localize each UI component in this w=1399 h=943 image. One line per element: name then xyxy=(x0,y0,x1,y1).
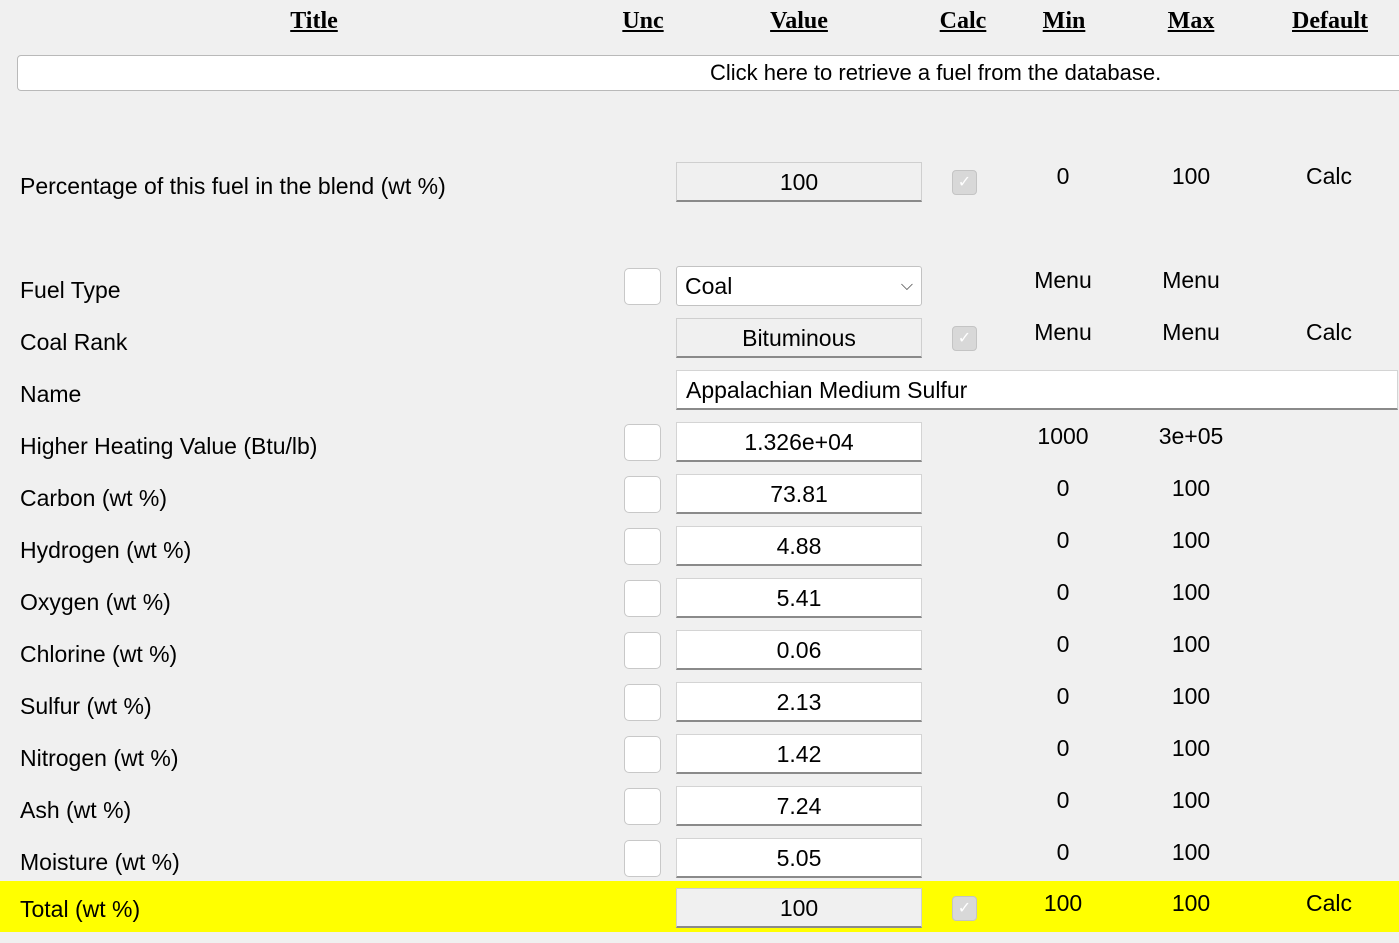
header-unc: Unc xyxy=(622,8,664,34)
row-hydrogen: Hydrogen (wt %) 4.88 0 100 xyxy=(0,524,1399,576)
blend-percentage-value: 100 xyxy=(676,162,922,202)
unc-checkbox[interactable] xyxy=(624,476,661,513)
max-value: Menu xyxy=(1162,319,1220,345)
min-value: 0 xyxy=(1056,683,1070,709)
calc-checkbox: ✓ xyxy=(952,896,977,921)
min-value: 0 xyxy=(1056,735,1070,761)
min-value: 1000 xyxy=(1037,423,1089,449)
default-value: Calc xyxy=(1305,890,1353,916)
row-hhv: Higher Heating Value (Btu/lb) 1.326e+04 … xyxy=(0,420,1399,472)
row-label: Hydrogen (wt %) xyxy=(20,537,192,563)
row-label: Carbon (wt %) xyxy=(20,485,167,511)
row-label: Total (wt %) xyxy=(20,896,141,922)
max-value: 100 xyxy=(1171,475,1211,501)
fuel-type-selected: Coal xyxy=(685,273,733,299)
min-value: 0 xyxy=(1056,787,1070,813)
row-label: Moisture (wt %) xyxy=(20,849,180,875)
calc-checkbox: ✓ xyxy=(952,170,977,195)
min-value: 0 xyxy=(1056,631,1070,657)
max-value: 100 xyxy=(1171,527,1211,553)
row-label: Sulfur (wt %) xyxy=(20,693,152,719)
header-min: Min xyxy=(1042,8,1086,34)
row-label: Coal Rank xyxy=(20,329,128,355)
chlorine-input[interactable]: 0.06 xyxy=(676,630,922,670)
min-value: 0 xyxy=(1056,475,1070,501)
row-label: Name xyxy=(20,381,82,407)
row-label: Chlorine (wt %) xyxy=(20,641,178,667)
row-blend-percentage: Percentage of this fuel in the blend (wt… xyxy=(0,160,1399,212)
min-value: 100 xyxy=(1043,890,1083,916)
unc-checkbox[interactable] xyxy=(624,580,661,617)
moisture-input[interactable]: 5.05 xyxy=(676,838,922,878)
total-value: 100 xyxy=(676,888,922,928)
unc-checkbox[interactable] xyxy=(624,736,661,773)
row-oxygen: Oxygen (wt %) 5.41 0 100 xyxy=(0,576,1399,628)
header-default: Default xyxy=(1292,8,1368,34)
row-label: Percentage of this fuel in the blend (wt… xyxy=(20,173,446,199)
default-value: Calc xyxy=(1305,319,1353,345)
hhv-input[interactable]: 1.326e+04 xyxy=(676,422,922,462)
unc-checkbox[interactable] xyxy=(624,632,661,669)
header-calc: Calc xyxy=(939,8,987,34)
unc-checkbox[interactable] xyxy=(624,268,661,305)
oxygen-input[interactable]: 5.41 xyxy=(676,578,922,618)
max-value: Menu xyxy=(1162,267,1220,293)
row-total: Total (wt %) 100 ✓ 100 100 Calc xyxy=(0,881,1399,932)
row-name: Name Appalachian Medium Sulfur xyxy=(0,368,1399,420)
row-label: Nitrogen (wt %) xyxy=(20,745,179,771)
min-value: Menu xyxy=(1034,267,1092,293)
default-value: Calc xyxy=(1305,163,1353,189)
coal-rank-value: Bituminous xyxy=(676,318,922,358)
max-value: 100 xyxy=(1171,735,1211,761)
row-sulfur: Sulfur (wt %) 2.13 0 100 xyxy=(0,680,1399,732)
ash-input[interactable]: 7.24 xyxy=(676,786,922,826)
chevron-down-icon: ⌵ xyxy=(900,277,913,294)
min-value: 0 xyxy=(1056,527,1070,553)
unc-checkbox[interactable] xyxy=(624,788,661,825)
row-fuel-type: Fuel Type Coal ⌵ Menu Menu xyxy=(0,264,1399,316)
max-value: 3e+05 xyxy=(1158,423,1224,449)
max-value: 100 xyxy=(1171,163,1211,189)
max-value: 100 xyxy=(1171,890,1211,916)
carbon-input[interactable]: 73.81 xyxy=(676,474,922,514)
unc-checkbox[interactable] xyxy=(624,424,661,461)
row-nitrogen: Nitrogen (wt %) 1.42 0 100 xyxy=(0,732,1399,784)
fuel-type-select[interactable]: Coal ⌵ xyxy=(676,266,922,306)
header-max: Max xyxy=(1167,8,1215,34)
min-value: Menu xyxy=(1034,319,1092,345)
row-label: Oxygen (wt %) xyxy=(20,589,171,615)
header-title: Title xyxy=(290,8,338,34)
row-label: Higher Heating Value (Btu/lb) xyxy=(20,433,318,459)
unc-checkbox[interactable] xyxy=(624,684,661,721)
row-label: Ash (wt %) xyxy=(20,797,132,823)
max-value: 100 xyxy=(1171,631,1211,657)
calc-checkbox: ✓ xyxy=(952,326,977,351)
max-value: 100 xyxy=(1171,683,1211,709)
max-value: 100 xyxy=(1171,839,1211,865)
max-value: 100 xyxy=(1171,787,1211,813)
min-value: 0 xyxy=(1056,579,1070,605)
unc-checkbox[interactable] xyxy=(624,528,661,565)
min-value: 0 xyxy=(1056,839,1070,865)
row-carbon: Carbon (wt %) 73.81 0 100 xyxy=(0,472,1399,524)
row-coal-rank: Coal Rank Bituminous ✓ Menu Menu Calc xyxy=(0,316,1399,368)
sulfur-input[interactable]: 2.13 xyxy=(676,682,922,722)
name-input[interactable]: Appalachian Medium Sulfur xyxy=(676,370,1398,410)
row-ash: Ash (wt %) 7.24 0 100 xyxy=(0,784,1399,836)
unc-checkbox[interactable] xyxy=(624,840,661,877)
row-chlorine: Chlorine (wt %) 0.06 0 100 xyxy=(0,628,1399,680)
hydrogen-input[interactable]: 4.88 xyxy=(676,526,922,566)
retrieve-fuel-button[interactable]: Click here to retrieve a fuel from the d… xyxy=(17,55,1399,91)
header-value: Value xyxy=(770,8,828,34)
max-value: 100 xyxy=(1171,579,1211,605)
nitrogen-input[interactable]: 1.42 xyxy=(676,734,922,774)
min-value: 0 xyxy=(1056,163,1070,189)
row-label: Fuel Type xyxy=(20,277,121,303)
